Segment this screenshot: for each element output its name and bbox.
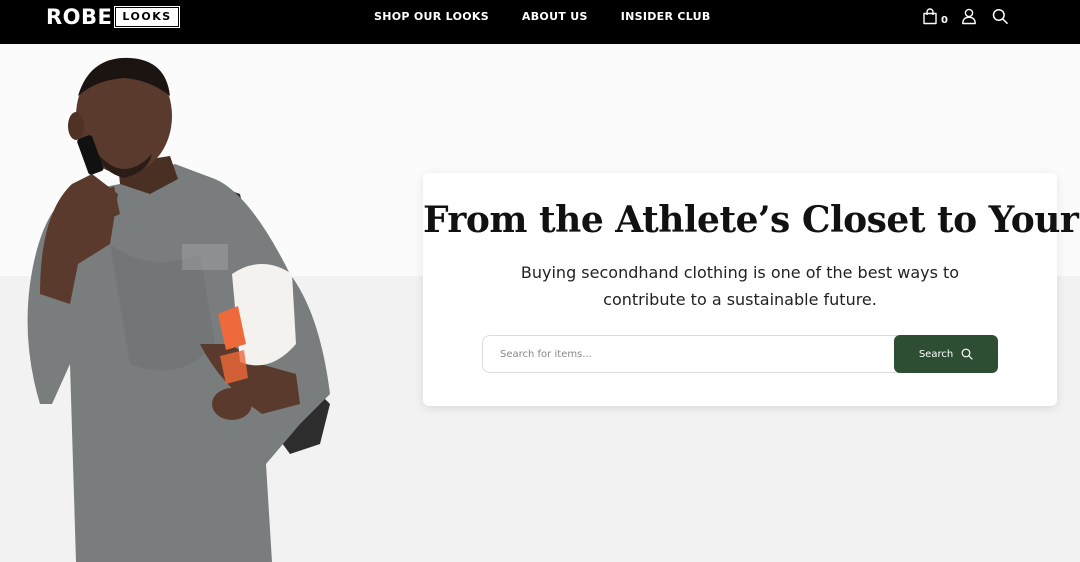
search-button-label: Search (918, 348, 954, 360)
logo-text-primary: ROBE (46, 5, 113, 29)
header-actions: 0 (922, 8, 1008, 29)
header-search-button[interactable] (992, 8, 1008, 29)
athlete-photo (27, 57, 331, 562)
brand-logo[interactable]: ROBE LOOKS (46, 5, 180, 29)
shopping-bag-icon (922, 8, 938, 29)
hero-title: From the Athlete’s Closet to Yours (423, 199, 1080, 241)
cart-button[interactable]: 0 (922, 8, 948, 29)
logo-text-secondary: LOOKS (114, 6, 180, 28)
main-nav: SHOP OUR LOOKS ABOUT US INSIDER CLUB (374, 10, 711, 24)
item-search-input[interactable] (482, 335, 902, 373)
item-search-form: Search (482, 335, 998, 373)
hero-subtitle: Buying secondhand clothing is one of the… (520, 263, 960, 309)
search-icon (953, 348, 973, 360)
search-icon (992, 8, 1008, 29)
cart-count-badge: 0 (941, 15, 948, 26)
hero-section: From the Athlete’s Closet to Yours Buyin… (0, 44, 1080, 562)
item-search-button[interactable]: Search (894, 335, 998, 373)
account-button[interactable] (961, 8, 977, 29)
top-navbar: ROBE LOOKS SHOP OUR LOOKS ABOUT US INSID… (0, 0, 1080, 44)
user-icon (961, 8, 977, 29)
nav-shop-our-looks[interactable]: SHOP OUR LOOKS (374, 10, 489, 24)
nav-about-us[interactable]: ABOUT US (522, 10, 588, 24)
hero-card: From the Athlete’s Closet to Yours Buyin… (423, 173, 1080, 406)
nav-insider-club[interactable]: INSIDER CLUB (621, 10, 711, 24)
